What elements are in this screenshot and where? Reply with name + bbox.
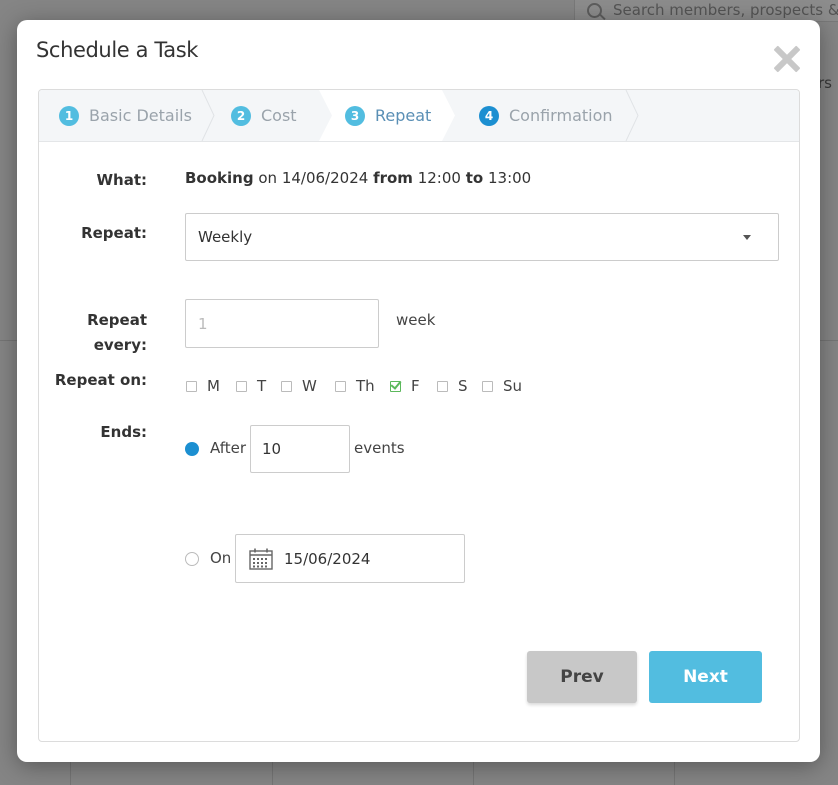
step-number: 3 xyxy=(345,106,365,126)
step-label: Cost xyxy=(261,106,297,125)
ends-on-radio[interactable] xyxy=(185,552,199,566)
repeat-on-label: Repeat on: xyxy=(54,371,147,389)
checkbox-icon xyxy=(437,380,448,392)
repeat-every-label-line2: every: xyxy=(93,336,147,354)
repeat-select[interactable]: Weekly xyxy=(185,213,779,261)
prev-button[interactable]: Prev xyxy=(527,651,637,703)
step-label: Basic Details xyxy=(89,106,192,125)
what-label: What: xyxy=(96,171,147,189)
day-label: Th xyxy=(356,377,375,395)
step-number: 4 xyxy=(479,105,499,126)
what-on-word: on xyxy=(258,169,278,187)
checkbox-icon xyxy=(186,380,197,392)
calendar-icon xyxy=(249,548,273,570)
what-type: Booking xyxy=(185,169,254,187)
day-checkbox-fri[interactable]: F xyxy=(390,377,420,395)
day-label: T xyxy=(257,377,267,395)
repeat-every-input[interactable] xyxy=(185,299,379,348)
checkbox-icon xyxy=(236,380,247,392)
ends-on-date-value: 15/06/2024 xyxy=(284,549,371,568)
modal-title: Schedule a Task xyxy=(36,38,199,62)
checkbox-icon xyxy=(281,380,292,392)
repeat-select-value: Weekly xyxy=(198,228,253,246)
next-button[interactable]: Next xyxy=(649,651,762,703)
ends-after-label: After xyxy=(210,439,247,457)
step-separator-icon xyxy=(625,90,639,141)
what-from-word: from xyxy=(373,169,413,187)
checkbox-icon xyxy=(482,380,493,392)
step-confirmation[interactable]: 4 Confirmation xyxy=(479,90,613,141)
ends-label: Ends: xyxy=(100,423,147,441)
ends-after-input[interactable] xyxy=(250,425,350,473)
repeat-label: Repeat: xyxy=(81,224,147,242)
ends-on-date-input[interactable]: 15/06/2024 xyxy=(235,534,465,583)
day-checkbox-wed[interactable]: W xyxy=(281,377,317,395)
what-end-time: 13:00 xyxy=(488,169,532,187)
day-checkbox-thu[interactable]: Th xyxy=(335,377,375,395)
wizard-panel: 1 Basic Details 2 Cost 3 Repeat 4 Confir… xyxy=(38,89,800,742)
ends-after-unit: events xyxy=(354,439,405,457)
day-label: W xyxy=(302,377,317,395)
step-number: 2 xyxy=(231,105,251,126)
day-label: M xyxy=(207,377,220,395)
step-repeat[interactable]: 3 Repeat xyxy=(319,90,455,141)
day-label: F xyxy=(411,377,420,395)
day-label: S xyxy=(458,377,468,395)
schedule-task-modal: Schedule a Task 1 Basic Details 2 Cost 3… xyxy=(17,20,820,762)
repeat-every-label: Repeat every: xyxy=(59,308,147,358)
caret-down-icon xyxy=(743,235,751,240)
wizard-steps: 1 Basic Details 2 Cost 3 Repeat 4 Confir… xyxy=(39,90,799,142)
what-to-word: to xyxy=(465,169,484,187)
day-checkbox-tue[interactable]: T xyxy=(236,377,266,395)
step-number: 1 xyxy=(59,105,79,126)
what-summary: Booking on 14/06/2024 from 12:00 to 13:0… xyxy=(185,169,531,187)
day-checkbox-sun[interactable]: Su xyxy=(482,377,522,395)
ends-after-radio[interactable] xyxy=(185,442,199,456)
day-checkbox-sat[interactable]: S xyxy=(437,377,468,395)
step-separator-icon xyxy=(201,90,215,141)
checkbox-checked-icon xyxy=(390,380,401,392)
ends-on-label: On xyxy=(210,549,232,567)
day-checkbox-mon[interactable]: M xyxy=(186,377,220,395)
day-label: Su xyxy=(503,377,523,395)
close-icon[interactable] xyxy=(772,44,802,74)
repeat-every-unit: week xyxy=(396,311,436,329)
step-basic-details[interactable]: 1 Basic Details xyxy=(59,90,192,141)
repeat-every-label-line1: Repeat xyxy=(87,311,147,329)
what-date: 14/06/2024 xyxy=(281,169,369,187)
checkbox-icon xyxy=(335,380,346,392)
what-start-time: 12:00 xyxy=(417,169,461,187)
step-label: Confirmation xyxy=(509,106,613,125)
step-label: Repeat xyxy=(375,106,432,125)
step-cost[interactable]: 2 Cost xyxy=(231,90,297,141)
